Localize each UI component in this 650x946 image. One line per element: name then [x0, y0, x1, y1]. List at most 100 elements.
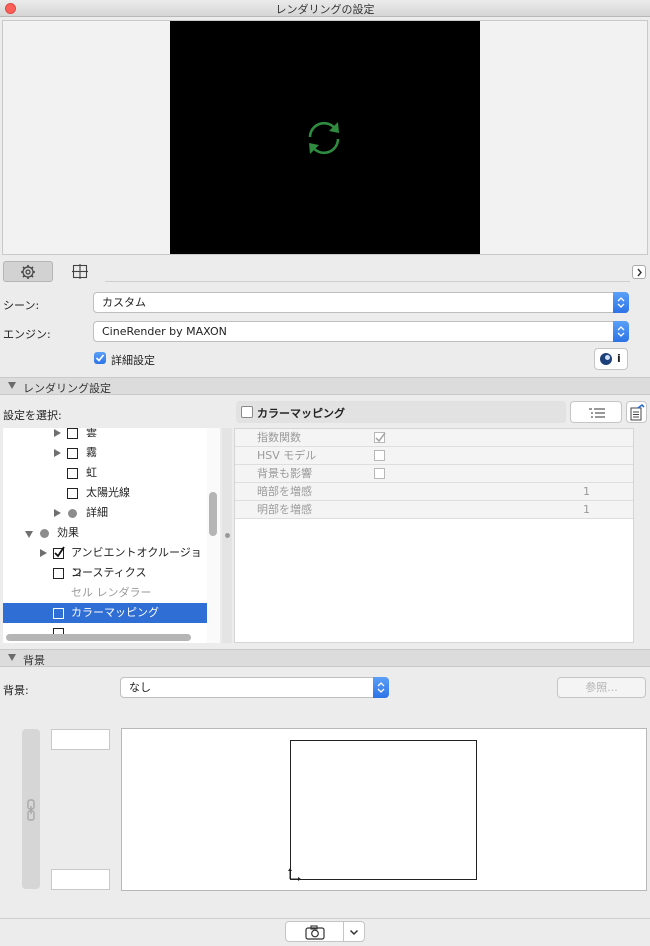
- footer-divider: [0, 918, 650, 919]
- tree-checkbox[interactable]: [53, 608, 64, 619]
- expand-triangle-icon[interactable]: [54, 429, 61, 437]
- tree-horizontal-scroll-thumb[interactable]: [6, 634, 191, 641]
- status-dot-icon: [68, 509, 77, 518]
- camera-icon: [305, 925, 325, 940]
- tree-checkbox[interactable]: [67, 448, 78, 459]
- property-name: HSV モデル: [257, 449, 317, 462]
- render-button-separator: [343, 922, 344, 941]
- settings-tree[interactable]: 雲 霧 虹 太陽光線 詳細 効果 アンビエントオクルージョン コースティクス セ…: [3, 428, 207, 643]
- background-section-title: 背景: [23, 654, 45, 667]
- title-bar: レンダリングの設定: [0, 0, 650, 17]
- background-label: 背景:: [3, 684, 29, 697]
- info-label: i: [617, 352, 621, 365]
- list-options-button[interactable]: [570, 401, 622, 423]
- scene-value: カスタム: [102, 296, 146, 309]
- collapse-triangle-icon: [8, 654, 16, 661]
- chain-link-icon: [27, 799, 35, 821]
- engine-info-button[interactable]: i: [594, 348, 628, 370]
- collapse-triangle-icon[interactable]: [25, 531, 33, 538]
- tree-item-details[interactable]: 詳細: [3, 503, 207, 523]
- status-dot-icon: [40, 529, 49, 538]
- tree-item-label: カラーマッピング: [71, 606, 159, 619]
- rendering-settings-header[interactable]: レンダリング設定: [0, 377, 650, 395]
- color-mapping-enable-checkbox[interactable]: [241, 406, 253, 418]
- chevron-right-icon: [637, 268, 642, 277]
- tree-checkbox[interactable]: [53, 546, 65, 559]
- rendering-settings-title: レンダリング設定: [23, 382, 111, 395]
- window-title: レンダリングの設定: [275, 3, 375, 16]
- property-name: 背景も影響: [257, 467, 312, 480]
- background-frame: [290, 740, 477, 880]
- property-value[interactable]: 1: [583, 501, 590, 519]
- tree-item-ambient-occlusion[interactable]: アンビエントオクルージョン: [3, 543, 207, 579]
- property-row: HSV モデル: [235, 447, 633, 465]
- tree-item-clouds[interactable]: 雲: [3, 428, 207, 443]
- tree-item-caustics[interactable]: コースティクス: [3, 563, 207, 583]
- tree-item-effects[interactable]: 効果: [3, 523, 207, 543]
- chevron-down-icon[interactable]: [349, 929, 359, 936]
- tree-checkbox[interactable]: [67, 488, 78, 499]
- tree-item-label: セル レンダラー: [71, 586, 152, 599]
- origin-axes-icon: [288, 868, 301, 881]
- expand-triangle-icon[interactable]: [40, 549, 47, 557]
- expand-panel-button[interactable]: [632, 265, 646, 279]
- crop-grid-icon: [72, 264, 88, 279]
- property-checkbox[interactable]: [374, 450, 385, 461]
- property-row: 暗部を増感 1: [235, 483, 633, 501]
- property-checkbox[interactable]: [374, 468, 385, 479]
- tree-item-color-mapping[interactable]: カラーマッピング: [3, 603, 207, 623]
- gear-icon: [21, 265, 35, 279]
- tree-item-sun-rays[interactable]: 太陽光線: [3, 483, 207, 503]
- width-field[interactable]: [51, 729, 110, 750]
- tree-item-rainbow[interactable]: 虹: [3, 463, 207, 483]
- splitter-grip-icon: [225, 533, 230, 538]
- scene-select[interactable]: カスタム: [93, 292, 629, 313]
- document-arrow-icon: [630, 404, 645, 421]
- select-arrows-icon: [373, 677, 389, 698]
- tree-item-cel-renderer[interactable]: セル レンダラー: [3, 583, 207, 603]
- tree-item-label: 太陽光線: [86, 486, 130, 499]
- refresh-icon[interactable]: [303, 117, 345, 159]
- height-field[interactable]: [51, 869, 110, 890]
- selected-setting-title: カラーマッピング: [257, 407, 345, 420]
- property-value[interactable]: 1: [583, 483, 590, 501]
- tree-item-label: コースティクス: [71, 566, 147, 579]
- size-tab[interactable]: [62, 261, 98, 282]
- select-arrows-icon: [613, 292, 629, 313]
- settings-tab[interactable]: [3, 261, 53, 282]
- property-name: 暗部を増感: [257, 485, 312, 498]
- scene-label: シーン:: [3, 299, 40, 312]
- property-checkbox[interactable]: [374, 432, 386, 443]
- tree-vertical-scroll-thumb[interactable]: [209, 492, 217, 536]
- select-arrows-icon: [613, 321, 629, 342]
- property-row: 背景も影響: [235, 465, 633, 483]
- checkmark-icon: [54, 546, 65, 558]
- selected-setting-header: カラーマッピング: [236, 401, 566, 423]
- tree-checkbox[interactable]: [67, 428, 78, 439]
- details-checkbox[interactable]: [94, 352, 106, 364]
- engine-select[interactable]: CineRender by MAXON: [93, 321, 629, 342]
- tree-item-label: 詳細: [86, 506, 108, 519]
- checkmark-icon: [375, 432, 386, 443]
- expand-triangle-icon[interactable]: [54, 449, 61, 457]
- background-section-header[interactable]: 背景: [0, 649, 650, 667]
- tree-checkbox[interactable]: [67, 468, 78, 479]
- aspect-link-bar[interactable]: [22, 729, 40, 889]
- property-row: 明部を増感 1: [235, 501, 633, 519]
- select-settings-label: 設定を選択:: [3, 409, 62, 422]
- engine-label: エンジン:: [3, 328, 51, 341]
- background-select[interactable]: なし: [120, 677, 389, 698]
- render-button[interactable]: [285, 921, 365, 942]
- properties-panel: 指数関数 HSV モデル 背景も影響 暗部を増感 1 明部を増感 1: [234, 428, 634, 643]
- property-name: 明部を増感: [257, 503, 312, 516]
- list-icon: [589, 408, 605, 418]
- collapse-triangle-icon: [8, 382, 16, 389]
- browse-button[interactable]: 参照...: [557, 677, 646, 698]
- toolbar-divider: [105, 281, 630, 282]
- tree-item-fog[interactable]: 霧: [3, 443, 207, 463]
- engine-value: CineRender by MAXON: [102, 325, 227, 338]
- tree-checkbox[interactable]: [53, 568, 64, 579]
- details-label: 詳細設定: [111, 354, 155, 367]
- expand-triangle-icon[interactable]: [54, 509, 61, 517]
- export-settings-button[interactable]: [626, 401, 647, 423]
